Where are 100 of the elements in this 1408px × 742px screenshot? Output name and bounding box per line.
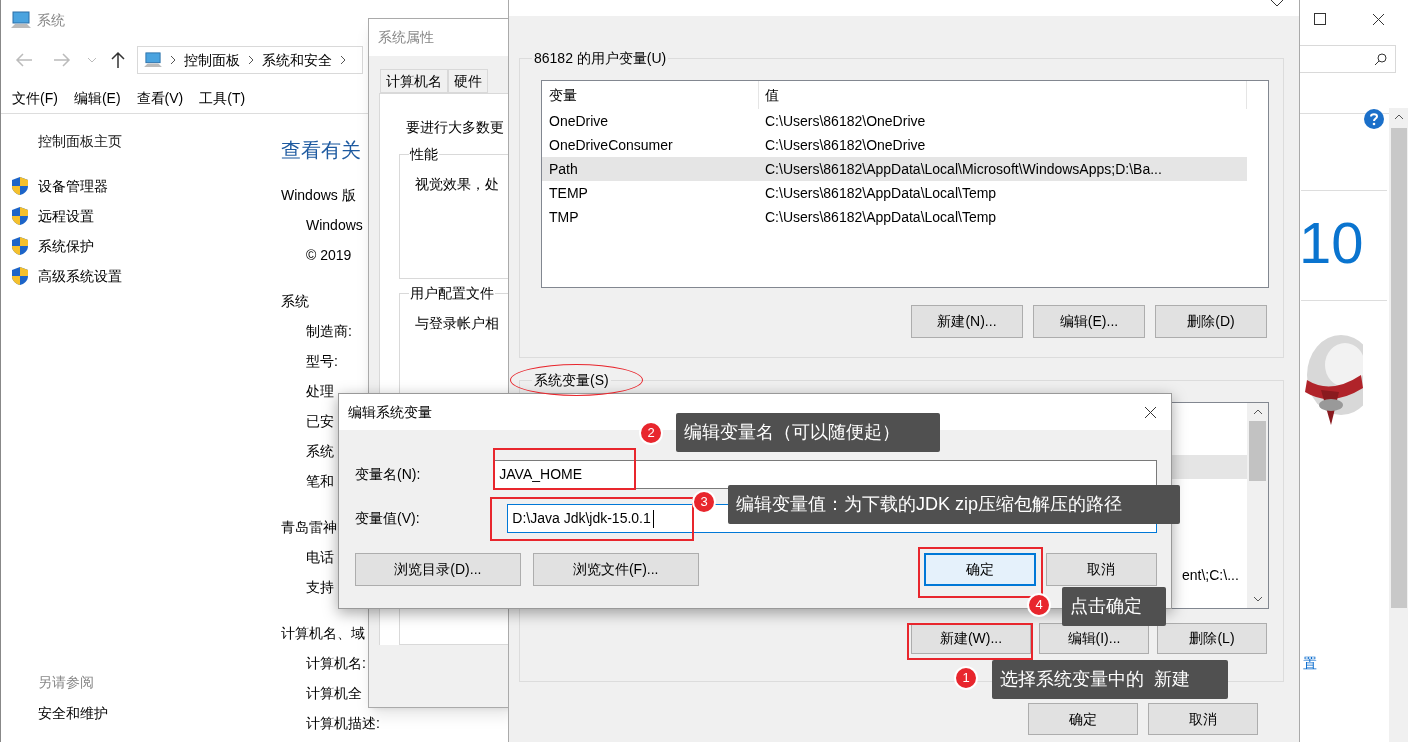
column-header[interactable]: 值 <box>759 81 1247 109</box>
list-row[interactable]: TMP C:\Users\86182\AppData\Local\Temp <box>542 205 1247 229</box>
info-label: 笔和 <box>306 471 334 491</box>
help-icon[interactable] <box>1364 109 1384 129</box>
field-label: 变量名(N): <box>355 465 422 484</box>
info-label: 电话 <box>306 547 334 567</box>
info-label: 青岛雷神 <box>281 517 337 537</box>
computer-icon <box>144 52 162 68</box>
search-field[interactable] <box>1300 45 1396 73</box>
edition-number: 10 <box>1299 209 1364 277</box>
scroll-thumb[interactable] <box>1249 420 1266 481</box>
scroll-down-icon[interactable] <box>1252 596 1263 602</box>
shield-icon <box>11 176 29 196</box>
info-label: 计算机全 <box>306 683 362 703</box>
info-label: © 2019 <box>306 245 352 265</box>
list-row[interactable]: Path C:\Users\86182\AppData\Local\Microsoft\WindowsApps;D:\Ba... <box>542 157 1247 181</box>
column-header[interactable]: 变量 <box>542 81 759 109</box>
table-cell-text: C:\Users\86182\OneDrive <box>764 135 926 155</box>
dialog-button[interactable]: 新建(W)... <box>911 623 1031 654</box>
list-row[interactable]: OneDrive C:\Users\86182\OneDrive <box>542 109 1247 133</box>
breadcrumb-item[interactable]: 控制面板 <box>184 49 240 71</box>
maximize-icon[interactable] <box>1314 13 1326 25</box>
info-label: 处理 <box>306 381 334 401</box>
sidebar-link[interactable]: 安全和维护 <box>38 703 281 724</box>
link-text[interactable]: 置 <box>1303 653 1317 674</box>
description-text: 与登录帐户相 <box>415 314 500 334</box>
sidebar-link[interactable]: 控制面板主页 <box>38 131 281 152</box>
menu-item[interactable]: 查看(V) <box>136 88 184 109</box>
info-label: 支持 <box>306 577 334 597</box>
info-label: 计算机描述: <box>306 713 380 733</box>
shield-icon <box>11 236 29 256</box>
group-label: 系统变量(S) <box>532 370 611 391</box>
table-cell-text: Path <box>548 159 579 179</box>
shield-icon <box>11 266 29 286</box>
window-title: 系统 <box>37 10 65 30</box>
dialog-button[interactable]: 浏览文件(F)... <box>532 553 699 586</box>
table-cell-text: C:\Users\86182\OneDrive <box>764 111 926 131</box>
sidebar-link[interactable]: 高级系统设置 <box>38 265 122 287</box>
address-bar[interactable]: 控制面板 系统和安全 <box>137 46 363 74</box>
table-cell-text: C:\Users\86182\AppData\Local\Temp <box>764 207 997 227</box>
breadcrumb-item[interactable]: 系统和安全 <box>262 49 332 71</box>
table-cell-text: C:\Users\86182\AppData\Local\Temp <box>764 183 997 203</box>
callout-text: 选择系统变量中的 新建 <box>992 660 1228 699</box>
callout-text: 点击确定 <box>1062 587 1166 626</box>
up-arrow-icon[interactable] <box>111 51 125 69</box>
scroll-up-icon[interactable] <box>1394 114 1404 120</box>
menu-item[interactable]: 工具(T) <box>199 88 246 109</box>
info-label: 型号: <box>306 351 338 371</box>
scroll-up-icon[interactable] <box>1252 409 1263 415</box>
window-title: 系统属性 <box>378 28 434 47</box>
menu-item[interactable]: 编辑(E) <box>73 88 121 109</box>
scroll-thumb[interactable] <box>1391 128 1407 608</box>
menu-item[interactable]: 文件(F) <box>12 88 58 109</box>
table-cell-text: C:\Users\86182\AppData\Local\Microsoft\WindowsApps;D:\Ba... <box>764 159 1162 179</box>
list-row[interactable]: OneDriveConsumer C:\Users\86182\OneDrive <box>542 133 1247 157</box>
callout-text: 编辑变量名（可以随便起） <box>676 413 940 452</box>
dialog-title: 编辑系统变量 <box>348 402 432 422</box>
dialog-button[interactable]: 删除(D) <box>1155 305 1267 338</box>
dialog-button[interactable]: 编辑(I)... <box>1039 623 1149 654</box>
dialog-button[interactable]: 取消 <box>1148 703 1258 735</box>
callout-text: 编辑变量值：为下载的JDK zip压缩包解压的路径 <box>728 485 1180 524</box>
field-value: JAVA_HOME <box>499 465 583 484</box>
chevron-right-icon <box>340 55 346 65</box>
tab[interactable]: 计算机名 <box>380 69 448 93</box>
description-text: 视觉效果，处 <box>415 175 500 194</box>
info-label: 制造商: <box>306 321 352 341</box>
field-label: 变量值(V): <box>355 509 421 528</box>
table-cell-text: OneDrive <box>548 111 610 131</box>
computer-icon <box>11 11 31 29</box>
group-label: 86182 的用户变量(U) <box>532 48 669 69</box>
dialog-button[interactable]: 新建(N)... <box>911 305 1023 338</box>
info-label: Windows <box>306 215 363 235</box>
chevron-right-icon <box>248 55 254 65</box>
shield-icon <box>11 206 29 226</box>
info-label: 已安 <box>306 411 334 431</box>
list-row[interactable]: TEMP C:\Users\86182\AppData\Local\Temp <box>542 181 1247 205</box>
chevron-right-icon <box>170 55 176 65</box>
dialog-button[interactable]: 确定 <box>1028 703 1138 735</box>
table-cell-text: OneDriveConsumer <box>548 135 674 155</box>
info-label: Windows 版 <box>281 185 356 205</box>
dialog-button[interactable]: 确定 <box>923 553 1036 586</box>
scrollbar[interactable] <box>1389 108 1408 742</box>
tab[interactable]: 硬件 <box>448 69 488 93</box>
field-value: D:\Java Jdk\jdk-15.0.1 <box>512 509 651 528</box>
dialog-button[interactable]: 删除(L) <box>1157 623 1267 654</box>
info-label: 系统 <box>306 441 334 461</box>
sidebar-link[interactable]: 系统保护 <box>38 235 94 257</box>
dialog-button[interactable]: 浏览目录(D)... <box>355 553 521 586</box>
sidebar-link[interactable]: 设备管理器 <box>38 175 108 197</box>
dialog-button[interactable]: 取消 <box>1045 553 1157 586</box>
info-label: 计算机名、域 <box>281 623 365 643</box>
see-also-heading: 另请参阅 <box>38 673 95 692</box>
table-cell-text: TEMP <box>548 183 589 203</box>
page-heading: 查看有关 <box>281 138 361 163</box>
search-icon <box>1374 52 1387 66</box>
scrollbar[interactable] <box>1247 403 1268 608</box>
sidebar-link[interactable]: 远程设置 <box>38 205 94 227</box>
info-label: 计算机名: <box>306 653 366 673</box>
dialog-button[interactable]: 编辑(E)... <box>1033 305 1145 338</box>
table-cell-text: ent\;C:\... <box>1182 565 1239 585</box>
